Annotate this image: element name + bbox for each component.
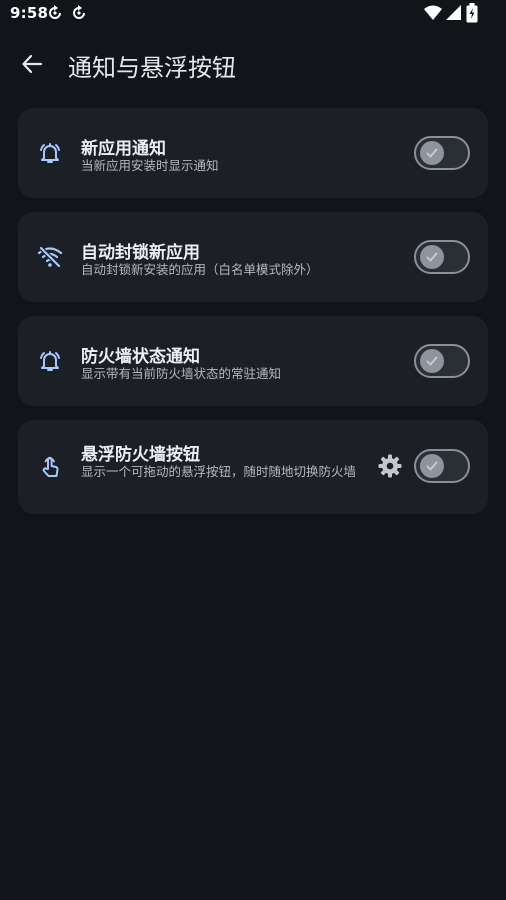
setting-title: 悬浮防火墙按钮 [81, 445, 200, 465]
setting-subtitle: 显示带有当前防火墙状态的常驻通知 [81, 366, 282, 381]
signal-icon [446, 5, 461, 20]
check-icon [426, 148, 438, 158]
setting-card-floating-button: 悬浮防火墙按钮 显示一个可拖动的悬浮按钮，随时随地切换防火墙 [18, 420, 488, 514]
floating-button-toggle[interactable] [414, 449, 470, 483]
setting-card-firewall-status: 防火墙状态通知 显示带有当前防火墙状态的常驻通知 [18, 316, 488, 406]
setting-title: 新应用通知 [81, 139, 166, 159]
setting-subtitle: 自动封锁新安装的应用（白名单模式除外） [81, 262, 319, 277]
app-bar: 通知与悬浮按钮 [0, 28, 506, 100]
setting-card-new-app-notification: 新应用通知 当新应用安装时显示通知 [18, 108, 488, 198]
check-icon [426, 461, 438, 471]
battery-icon [466, 3, 478, 23]
auto-block-toggle[interactable] [414, 240, 470, 274]
check-icon [426, 356, 438, 366]
check-icon [426, 252, 438, 262]
setting-card-auto-block: 自动封锁新应用 自动封锁新安装的应用（白名单模式除外） [18, 212, 488, 302]
firewall-status-toggle[interactable] [414, 344, 470, 378]
gear-icon [378, 454, 402, 478]
toggle-thumb [420, 349, 444, 373]
setting-subtitle: 当新应用安装时显示通知 [81, 158, 219, 173]
status-time: 9:58 [10, 4, 49, 22]
toggle-thumb [420, 454, 444, 478]
page-title: 通知与悬浮按钮 [68, 54, 236, 82]
touch-icon [36, 453, 64, 481]
sync-icon-2 [70, 4, 88, 22]
toggle-thumb [420, 141, 444, 165]
setting-subtitle: 显示一个可拖动的悬浮按钮，随时随地切换防火墙 [81, 464, 357, 479]
bell-ring-icon [36, 347, 64, 375]
new-app-notification-toggle[interactable] [414, 136, 470, 170]
back-button[interactable] [12, 46, 52, 82]
setting-title: 自动封锁新应用 [81, 243, 200, 263]
setting-title: 防火墙状态通知 [81, 347, 200, 367]
status-bar: 9:58 [0, 0, 506, 28]
toggle-thumb [420, 245, 444, 269]
arrow-left-icon [22, 54, 43, 74]
bell-ring-icon [36, 139, 64, 167]
wifi-icon [424, 5, 442, 20]
wifi-off-icon [36, 243, 64, 271]
sync-icon [46, 4, 64, 22]
floating-button-settings-button[interactable] [376, 452, 404, 480]
